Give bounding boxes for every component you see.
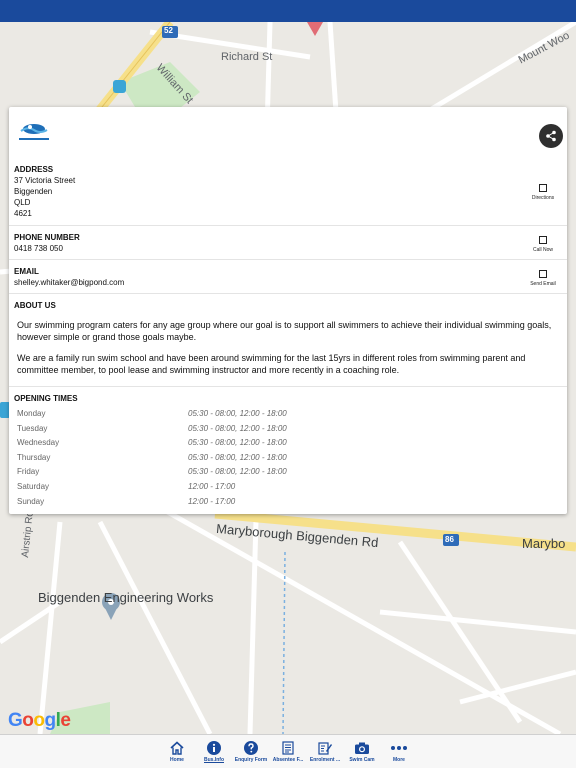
email-value[interactable]: shelley.whitaker@bigpond.com (14, 277, 124, 288)
more-icon (391, 746, 407, 750)
email-section: EMAIL shelley.whitaker@bigpond.com Send … (9, 267, 567, 293)
tab-label: Home (170, 757, 184, 763)
tab-label: Absentee F... (272, 757, 304, 763)
phone-label: PHONE NUMBER (14, 233, 80, 242)
share-icon (546, 130, 556, 142)
hours-row: Saturday 12:00 - 17:00 (9, 480, 567, 494)
send-email-label: Send Email (530, 281, 556, 287)
directions-button[interactable]: Directions (523, 184, 563, 201)
tab-enrolment[interactable]: Enrolment ... (305, 741, 345, 763)
divider (9, 386, 567, 387)
google-logo: Google (8, 710, 71, 731)
hours-day: Thursday (17, 452, 51, 462)
send-email-button[interactable]: Send Email (523, 270, 563, 287)
route-86-label: 86 (445, 535, 454, 544)
hours-time: 05:30 - 08:00, 12:00 - 18:00 (188, 423, 287, 433)
address-line-2: Biggenden (14, 187, 53, 196)
about-section: ABOUT US Our swimming program caters for… (9, 301, 567, 381)
address-line-3: QLD (14, 198, 31, 207)
hours-time: 05:30 - 08:00, 12:00 - 18:00 (188, 467, 287, 477)
email-checkbox-icon (539, 270, 547, 278)
address-line-4: 4621 (14, 209, 32, 218)
swim-school-logo (19, 124, 49, 140)
directions-checkbox-icon (539, 184, 547, 192)
edit-icon (318, 742, 332, 755)
form-icon (282, 741, 294, 755)
camera-icon (355, 742, 369, 754)
call-now-button[interactable]: Call Now (523, 236, 563, 253)
divider (9, 225, 567, 226)
directions-label: Directions (531, 195, 555, 201)
tab-bus-info[interactable]: Bus.Info (194, 741, 234, 763)
hours-row: Sunday 12:00 - 17:00 (9, 495, 567, 509)
hours-day: Tuesday (17, 423, 48, 433)
hours-time: 05:30 - 08:00, 12:00 - 18:00 (188, 452, 287, 462)
divider (9, 293, 567, 294)
info-icon (207, 741, 221, 755)
business-info-card: ADDRESS 37 Victoria Street Biggenden QLD… (9, 107, 567, 514)
tab-enquiry-form[interactable]: Enquiry Form (231, 741, 271, 763)
hours-row: Tuesday 05:30 - 08:00, 12:00 - 18:00 (9, 422, 567, 436)
marybo-label: Marybo (522, 536, 566, 551)
hours-row: Monday 05:30 - 08:00, 12:00 - 18:00 (9, 407, 567, 421)
hours-day: Wednesday (17, 438, 60, 448)
hours-time: 12:00 - 17:00 (188, 482, 236, 491)
address-label: ADDRESS (14, 165, 54, 174)
tab-label: Enquiry Form (234, 757, 268, 763)
hours-day: Monday (17, 409, 46, 418)
tab-label: Swim Cam (349, 757, 375, 763)
richard-st-label: Richard St (221, 51, 273, 63)
hours-day: Saturday (17, 482, 50, 491)
hours-row: Thursday 05:30 - 08:00, 12:00 - 18:00 (9, 451, 567, 465)
tab-more[interactable]: More (379, 741, 419, 763)
hours-day: Sunday (17, 496, 45, 506)
question-icon (244, 741, 258, 755)
about-paragraph-2: We are a family run swim school and have… (17, 353, 526, 375)
tab-label: Bus.Info (204, 757, 224, 763)
opening-times-label: OPENING TIMES (14, 394, 78, 403)
top-status-bar (0, 0, 576, 22)
about-paragraph-1: Our swimming program caters for any age … (17, 320, 552, 342)
tab-label: Enrolment ... (309, 757, 341, 763)
divider (9, 259, 567, 260)
route-52-label: 52 (164, 26, 173, 35)
hours-time: 05:30 - 08:00, 12:00 - 18:00 (188, 438, 287, 448)
engineering-label: Biggenden Engineering Works (38, 590, 214, 605)
hours-row: Friday 05:30 - 08:00, 12:00 - 18:00 (9, 465, 567, 479)
call-checkbox-icon (539, 236, 547, 244)
hours-time: 05:30 - 08:00, 12:00 - 18:00 (188, 409, 287, 418)
call-now-label: Call Now (532, 247, 553, 253)
phone-value[interactable]: 0418 738 050 (14, 243, 63, 254)
hours-row: Wednesday 05:30 - 08:00, 12:00 - 18:00 (9, 436, 567, 450)
address-line-1: 37 Victoria Street (14, 176, 76, 185)
tab-absentee-form[interactable]: Absentee F... (268, 741, 308, 763)
hours-time: 12:00 - 17:00 (188, 496, 236, 506)
address-section: ADDRESS 37 Victoria Street Biggenden QLD… (9, 165, 567, 225)
about-label: ABOUT US (14, 301, 56, 310)
hours-day: Friday (17, 467, 40, 477)
tab-swim-cam[interactable]: Swim Cam (342, 741, 382, 763)
email-label: EMAIL (14, 267, 39, 276)
share-button[interactable] (539, 124, 563, 148)
bottom-tab-bar: Home Bus.Info Enquiry Form Absentee F...… (0, 734, 576, 768)
phone-section: PHONE NUMBER 0418 738 050 Call Now (9, 233, 567, 259)
tab-home[interactable]: Home (157, 741, 197, 763)
home-icon (170, 741, 184, 755)
tab-label: More (393, 757, 405, 763)
